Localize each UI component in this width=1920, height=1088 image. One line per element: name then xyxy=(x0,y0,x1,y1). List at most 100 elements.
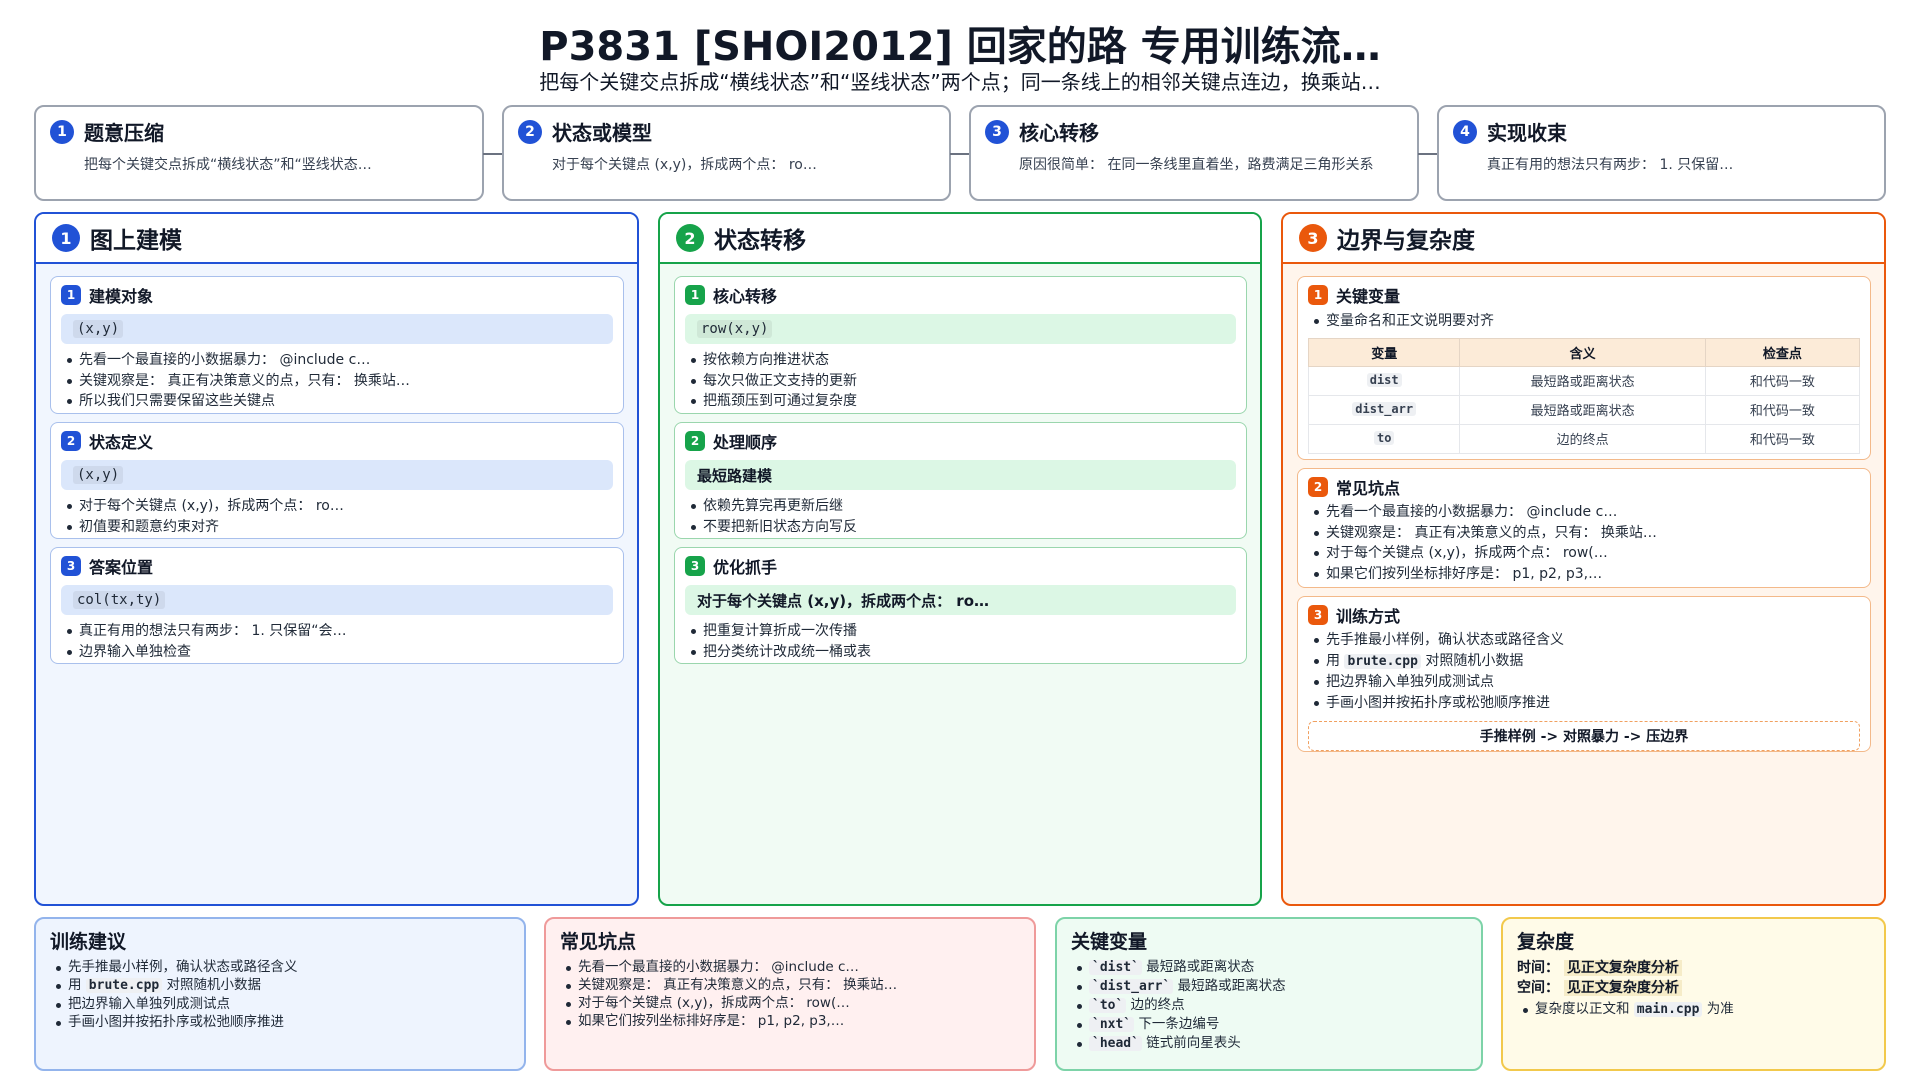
list-item: 把边界输入单独列成测试点 xyxy=(50,995,510,1013)
bullet-list: 先看一个最直接的小数据暴力： @include c… 关键观察是： 真正有决策意… xyxy=(1308,502,1860,584)
step-title: 实现收束 xyxy=(1487,121,1567,145)
table-header: 含义 xyxy=(1459,337,1706,367)
card-modeling-object: 1 建模对象 (x,y) 先看一个最直接的小数据暴力： @include c… 关… xyxy=(50,276,624,414)
card-number-badge: 3 xyxy=(685,556,705,576)
bullet-list: 真正有用的想法只有两步： 1. 只保留“会… 边界输入单独检查 xyxy=(61,621,613,662)
step-card-3: 3 核心转移 原因很简单： 在同一条线里直着坐，路费满足三角形关系 xyxy=(969,105,1419,201)
card-state-definition: 2 状态定义 (x,y) 对于每个关键点 (x,y)，拆成两个点： ro… 初值要… xyxy=(50,422,624,539)
panel-title: 常见坑点 xyxy=(560,931,637,953)
table-header-row: 变量 含义 检查点 xyxy=(1307,337,1861,367)
step-desc: 原因很简单： 在同一条线里直着坐，路费满足三角形关系 xyxy=(1019,157,1374,173)
list-item: 先手推最小样例，确认状态或路径含义 xyxy=(1308,630,1860,651)
column-title: 图上建模 xyxy=(90,228,182,254)
step-title: 状态或模型 xyxy=(552,121,652,145)
panel-training-advice: 训练建议 先手推最小样例，确认状态或路径含义 用 brute.cpp 对照随机小… xyxy=(34,917,526,1071)
list-item: 把重复计算折成一次传播 xyxy=(685,621,1236,642)
list-item: `nxt` 下一条边编号 xyxy=(1071,1015,1467,1034)
list-item: 按依赖方向推进状态 xyxy=(685,350,1236,371)
list-item: 关键观察是： 真正有决策意义的点，只有： 换乘站… xyxy=(1308,523,1860,544)
step-card-4: 4 实现收束 真正有用的想法只有两步： 1. 只保留… xyxy=(1437,105,1886,201)
list-item: `dist` 最短路或距离状态 xyxy=(1071,958,1467,977)
training-flow-box: 手推样例 -> 对照暴力 -> 压边界 xyxy=(1308,721,1860,751)
bullet-list: 把重复计算折成一次传播 把分类统计改成统一桶或表 xyxy=(685,621,1236,662)
column-graph-modeling: 1 图上建模 1 建模对象 (x,y) 先看一个最直接的小数据暴力： @inclu… xyxy=(34,212,639,906)
card-highlight: col(tx,ty) xyxy=(61,585,613,615)
card-core-transition: 1 核心转移 row(x,y) 按依赖方向推进状态 每次只做正文支持的更新 把瓶颈… xyxy=(674,276,1247,414)
list-item: 先看一个最直接的小数据暴力： @include c… xyxy=(61,350,613,371)
panel-title: 关键变量 xyxy=(1071,931,1148,953)
column-header: 3 边界与复杂度 xyxy=(1283,214,1884,264)
bullet-list: `dist` 最短路或距离状态 `dist_arr` 最短路或距离状态 `to`… xyxy=(1071,958,1467,1053)
list-item: 关键观察是： 真正有决策意义的点，只有： 换乘站… xyxy=(560,976,1020,994)
bullet-list: 复杂度以正文和 main.cpp 为准 xyxy=(1517,1000,1870,1019)
list-item: `head` 链式前向星表头 xyxy=(1071,1034,1467,1053)
bullet-list: 依赖先算完再更新后继 不要把新旧状态方向写反 xyxy=(685,496,1236,537)
table-cell: dist_arr xyxy=(1352,402,1417,416)
list-item: 每次只做正文支持的更新 xyxy=(685,371,1236,392)
list-item: 不要把新旧状态方向写反 xyxy=(685,517,1236,538)
table-header: 检查点 xyxy=(1704,337,1861,367)
table-cell: 和代码一致 xyxy=(1704,423,1861,454)
card-number-badge: 2 xyxy=(1308,477,1328,497)
bullet-list: 变量命名和正文说明要对齐 xyxy=(1308,311,1860,332)
step-number-badge: 3 xyxy=(985,119,1009,144)
card-number-badge: 3 xyxy=(61,556,81,576)
step-card-2: 2 状态或模型 对于每个关键点 (x,y)，拆成两个点： ro… xyxy=(502,105,951,201)
bullet-list: 先看一个最直接的小数据暴力： @include c… 关键观察是： 真正有决策意… xyxy=(61,350,613,412)
table-cell: 和代码一致 xyxy=(1704,394,1861,425)
panel-title: 复杂度 xyxy=(1517,931,1575,953)
card-title: 答案位置 xyxy=(89,558,154,577)
list-item: 手画小图并按拓扑序或松弛顺序推进 xyxy=(1308,693,1860,714)
card-title: 训练方式 xyxy=(1336,607,1401,626)
card-number-badge: 1 xyxy=(1308,285,1328,305)
list-item: 所以我们只需要保留这些关键点 xyxy=(61,391,613,412)
panel-common-pitfalls: 常见坑点 先看一个最直接的小数据暴力： @include c… 关键观察是： 真… xyxy=(544,917,1036,1071)
list-item: 变量命名和正文说明要对齐 xyxy=(1308,311,1860,332)
column-boundary-complexity: 3 边界与复杂度 1 关键变量 变量命名和正文说明要对齐 变量 含义 检查点 di… xyxy=(1281,212,1886,906)
list-item: 先手推最小样例，确认状态或路径含义 xyxy=(50,958,510,976)
step-desc: 把每个关键交点拆成“横线状态”和“竖线状态… xyxy=(84,157,372,173)
column-number-badge: 1 xyxy=(52,224,80,252)
panel-key-variables: 关键变量 `dist` 最短路或距离状态 `dist_arr` 最短路或距离状态… xyxy=(1055,917,1483,1071)
column-state-transition: 2 状态转移 1 核心转移 row(x,y) 按依赖方向推进状态 每次只做正文支持… xyxy=(658,212,1262,906)
list-item: 真正有用的想法只有两步： 1. 只保留“会… xyxy=(61,621,613,642)
list-item: 关键观察是： 真正有决策意义的点，只有： 换乘站… xyxy=(61,371,613,392)
list-item: 先看一个最直接的小数据暴力： @include c… xyxy=(1308,502,1860,523)
table-row: dist_arr 最短路或距离状态 和代码一致 xyxy=(1307,394,1861,425)
card-highlight: row(x,y) xyxy=(685,314,1236,344)
space-complexity: 空间： 见正文复杂度分析 xyxy=(1517,978,1870,998)
card-title: 常见坑点 xyxy=(1336,479,1401,498)
list-item: 用 brute.cpp 对照随机小数据 xyxy=(50,976,510,995)
panel-complexity: 复杂度 时间： 见正文复杂度分析 空间： 见正文复杂度分析 复杂度以正文和 ma… xyxy=(1501,917,1886,1071)
step-title: 核心转移 xyxy=(1019,121,1099,145)
card-number-badge: 1 xyxy=(685,285,705,305)
list-item: 依赖先算完再更新后继 xyxy=(685,496,1236,517)
card-title: 关键变量 xyxy=(1336,287,1401,306)
card-title: 状态定义 xyxy=(89,433,154,452)
step-card-1: 1 题意压缩 把每个关键交点拆成“横线状态”和“竖线状态… xyxy=(34,105,484,201)
step-number-badge: 4 xyxy=(1453,119,1477,144)
card-number-badge: 1 xyxy=(61,285,81,305)
list-item: 初值要和题意约束对齐 xyxy=(61,517,613,538)
card-highlight: (x,y) xyxy=(61,314,613,344)
time-complexity: 时间： 见正文复杂度分析 xyxy=(1517,958,1870,978)
list-item: 先看一个最直接的小数据暴力： @include c… xyxy=(560,958,1020,976)
table-cell: 最短路或距离状态 xyxy=(1459,394,1706,425)
card-number-badge: 2 xyxy=(685,431,705,451)
card-highlight: 最短路建模 xyxy=(685,460,1236,490)
list-item: 把瓶颈压到可通过复杂度 xyxy=(685,391,1236,412)
step-number-badge: 1 xyxy=(50,119,74,144)
bullet-list: 按依赖方向推进状态 每次只做正文支持的更新 把瓶颈压到可通过复杂度 xyxy=(685,350,1236,412)
list-item: 手画小图并按拓扑序或松弛顺序推进 xyxy=(50,1013,510,1031)
card-title: 核心转移 xyxy=(713,287,778,306)
step-desc: 真正有用的想法只有两步： 1. 只保留… xyxy=(1487,157,1734,173)
table-row: to 边的终点 和代码一致 xyxy=(1307,423,1861,454)
card-training-method: 3 训练方式 先手推最小样例，确认状态或路径含义 用 brute.cpp 对照随机… xyxy=(1297,596,1871,752)
column-number-badge: 3 xyxy=(1299,224,1327,252)
step-desc: 对于每个关键点 (x,y)，拆成两个点： ro… xyxy=(552,157,817,173)
column-header: 2 状态转移 xyxy=(660,214,1260,264)
step-title: 题意压缩 xyxy=(84,121,164,145)
list-item: 复杂度以正文和 main.cpp 为准 xyxy=(1517,1000,1870,1019)
table-cell: 最短路或距离状态 xyxy=(1459,365,1706,396)
column-title: 状态转移 xyxy=(714,228,806,254)
